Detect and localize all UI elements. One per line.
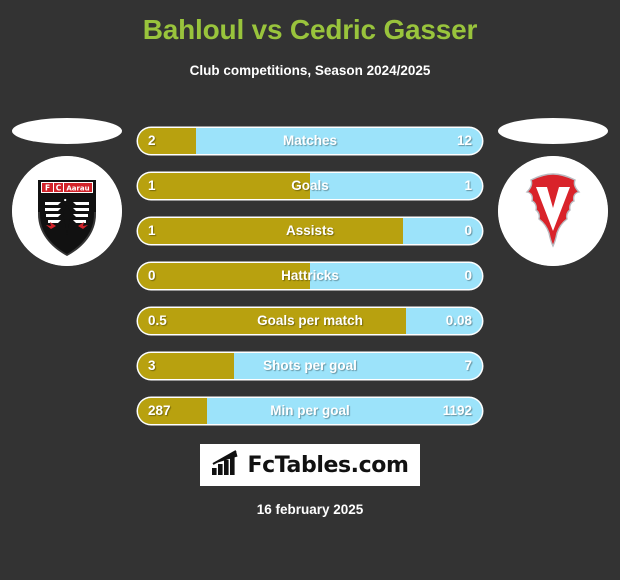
away-team-crest-block xyxy=(492,118,614,268)
stat-row-matches: 2 Matches 12 xyxy=(138,128,482,154)
away-value: 1 xyxy=(464,178,472,193)
away-value: 0 xyxy=(464,223,472,238)
home-team-crest-block: F C Aarau xyxy=(6,118,128,268)
page-subtitle: Club competitions, Season 2024/2025 xyxy=(189,63,431,78)
page-title: Bahloul vs Cedric Gasser xyxy=(142,14,478,45)
away-value: 7 xyxy=(464,358,472,373)
svg-text:C: C xyxy=(56,183,62,192)
stat-row-goals-per-match: 0.5 Goals per match 0.08 xyxy=(138,308,482,334)
away-value: 1192 xyxy=(442,403,472,418)
stat-row-min-per-goal: 287 Min per goal 1192 xyxy=(138,398,482,424)
stat-row-assists: 1 Assists 0 xyxy=(138,218,482,244)
svg-text:F: F xyxy=(45,183,50,192)
stat-row-hattricks: 0 Hattricks 0 xyxy=(138,263,482,289)
logo-text: FcTables.com xyxy=(247,452,409,478)
stat-label: Goals per match xyxy=(257,313,363,328)
stat-label: Matches xyxy=(282,133,338,148)
stat-label: Min per goal xyxy=(270,403,350,418)
stat-label: Hattricks xyxy=(281,268,339,283)
stats-comparison-page: Bahloul vs Cedric Gasser Club competitio… xyxy=(0,0,620,580)
home-crest-top-ellipse xyxy=(12,118,122,144)
fc-aarau-crest-icon: F C Aarau xyxy=(12,156,122,266)
away-value: 0 xyxy=(464,268,472,283)
stat-label: Goals xyxy=(291,178,329,193)
stat-row-goals: 1 Goals 1 xyxy=(138,173,482,199)
fc-vaduz-crest-icon xyxy=(498,156,608,266)
svg-text:Aarau: Aarau xyxy=(66,184,89,192)
away-crest-top-ellipse xyxy=(498,118,608,144)
bar-chart-icon xyxy=(211,449,241,481)
stat-row-shots-per-goal: 3 Shots per goal 7 xyxy=(138,353,482,379)
fctables-logo[interactable]: FcTables.com xyxy=(200,444,420,486)
stat-label: Shots per goal xyxy=(263,358,357,373)
logo-inner: FcTables.com xyxy=(211,449,409,481)
away-value: 0.08 xyxy=(445,313,472,328)
away-value: 12 xyxy=(456,133,472,148)
footer-date: 16 february 2025 xyxy=(256,502,364,517)
stat-label: Assists xyxy=(285,223,335,238)
stats-bar-list: 2 Matches 12 1 Goals 1 1 Assists 0 0 Hat… xyxy=(138,128,482,443)
